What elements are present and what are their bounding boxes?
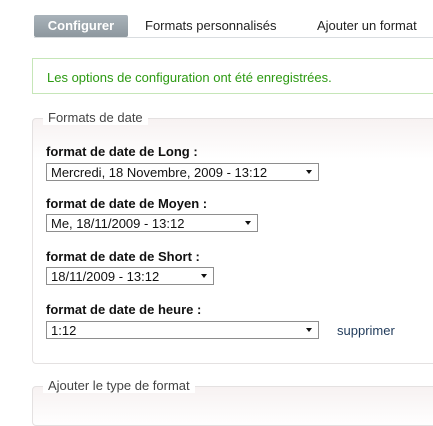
date-formats-legend: Formats de date xyxy=(43,110,148,125)
chevron-down-icon xyxy=(306,170,312,174)
tab-formats-personnalises[interactable]: Formats personnalisés xyxy=(145,15,277,37)
tab-divider xyxy=(34,37,433,38)
short-format-select[interactable]: 18/11/2009 - 13:12 xyxy=(46,267,214,285)
add-format-type-legend[interactable]: Ajouter le type de format xyxy=(43,378,195,393)
add-format-type-fieldset: Ajouter le type de format xyxy=(32,378,433,426)
time-format-select[interactable]: 1:12 xyxy=(46,321,319,339)
short-format-label: format de date de Short : xyxy=(46,249,200,264)
medium-format-label: format de date de Moyen : xyxy=(46,196,208,211)
medium-format-select[interactable]: Me, 18/11/2009 - 13:12 xyxy=(46,214,258,232)
time-format-value: 1:12 xyxy=(51,323,77,338)
tab-configurer[interactable]: Configurer xyxy=(34,15,128,37)
tab-bar: Configurer Formats personnalisés Ajouter… xyxy=(0,0,433,48)
long-format-select[interactable]: Mercredi, 18 Novembre, 2009 - 13:12 xyxy=(46,163,319,181)
chevron-down-icon xyxy=(245,221,251,225)
time-format-label: format de date de heure : xyxy=(46,302,202,317)
tab-ajouter-un-format[interactable]: Ajouter un format xyxy=(317,15,417,37)
chevron-down-icon xyxy=(306,328,312,332)
long-format-value: Mercredi, 18 Novembre, 2009 - 13:12 xyxy=(51,165,268,180)
status-message: Les options de configuration ont été enr… xyxy=(32,58,433,94)
chevron-down-icon xyxy=(201,274,207,278)
status-message-text: Les options de configuration ont été enr… xyxy=(47,70,332,85)
delete-link[interactable]: supprimer xyxy=(337,323,395,338)
medium-format-value: Me, 18/11/2009 - 13:12 xyxy=(51,216,185,231)
long-format-label: format de date de Long : xyxy=(46,144,198,159)
short-format-value: 18/11/2009 - 13:12 xyxy=(51,269,160,284)
